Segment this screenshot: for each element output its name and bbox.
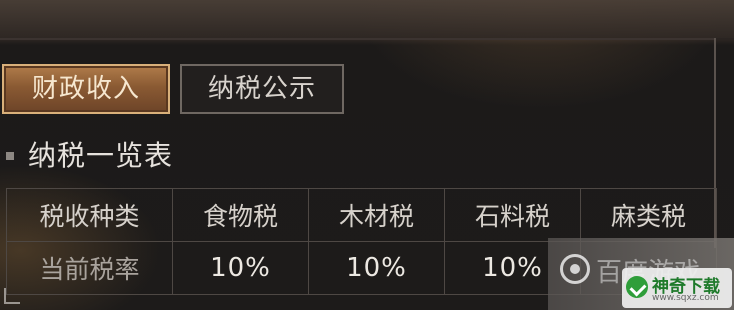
section-title: 纳税一览表 <box>28 139 174 172</box>
watermark-badge: 神奇下载 www.sqxz.com <box>622 268 732 308</box>
tab-tax-notice[interactable]: 纳税公示 <box>180 64 344 114</box>
corner-bracket-icon <box>4 288 20 304</box>
wood-tax-rate[interactable]: 10% <box>308 241 445 295</box>
column-header-hemp-tax: 麻类税 <box>580 188 717 242</box>
tab-fiscal-income[interactable]: 财政收入 <box>2 64 170 114</box>
top-bar <box>0 0 734 38</box>
column-header-stone-tax: 石料税 <box>444 188 581 242</box>
watermark-badge-url: www.sqxz.com <box>652 293 719 303</box>
download-check-icon <box>626 276 648 298</box>
column-header-food-tax: 食物税 <box>172 188 309 242</box>
game-window: 财政收入 纳税公示 纳税一览表 税收种类 食物税 木材税 石料税 麻类税 当前税… <box>0 0 734 310</box>
square-bullet-icon <box>6 152 14 160</box>
food-tax-rate[interactable]: 10% <box>172 241 309 295</box>
watermark-logo-icon <box>560 254 590 284</box>
table-header-row: 税收种类 食物税 木材税 石料税 麻类税 <box>6 188 717 242</box>
column-header-wood-tax: 木材税 <box>308 188 445 242</box>
tax-type-header: 税收种类 <box>6 188 173 242</box>
top-divider <box>0 38 716 40</box>
current-rate-label: 当前税率 <box>6 241 173 295</box>
